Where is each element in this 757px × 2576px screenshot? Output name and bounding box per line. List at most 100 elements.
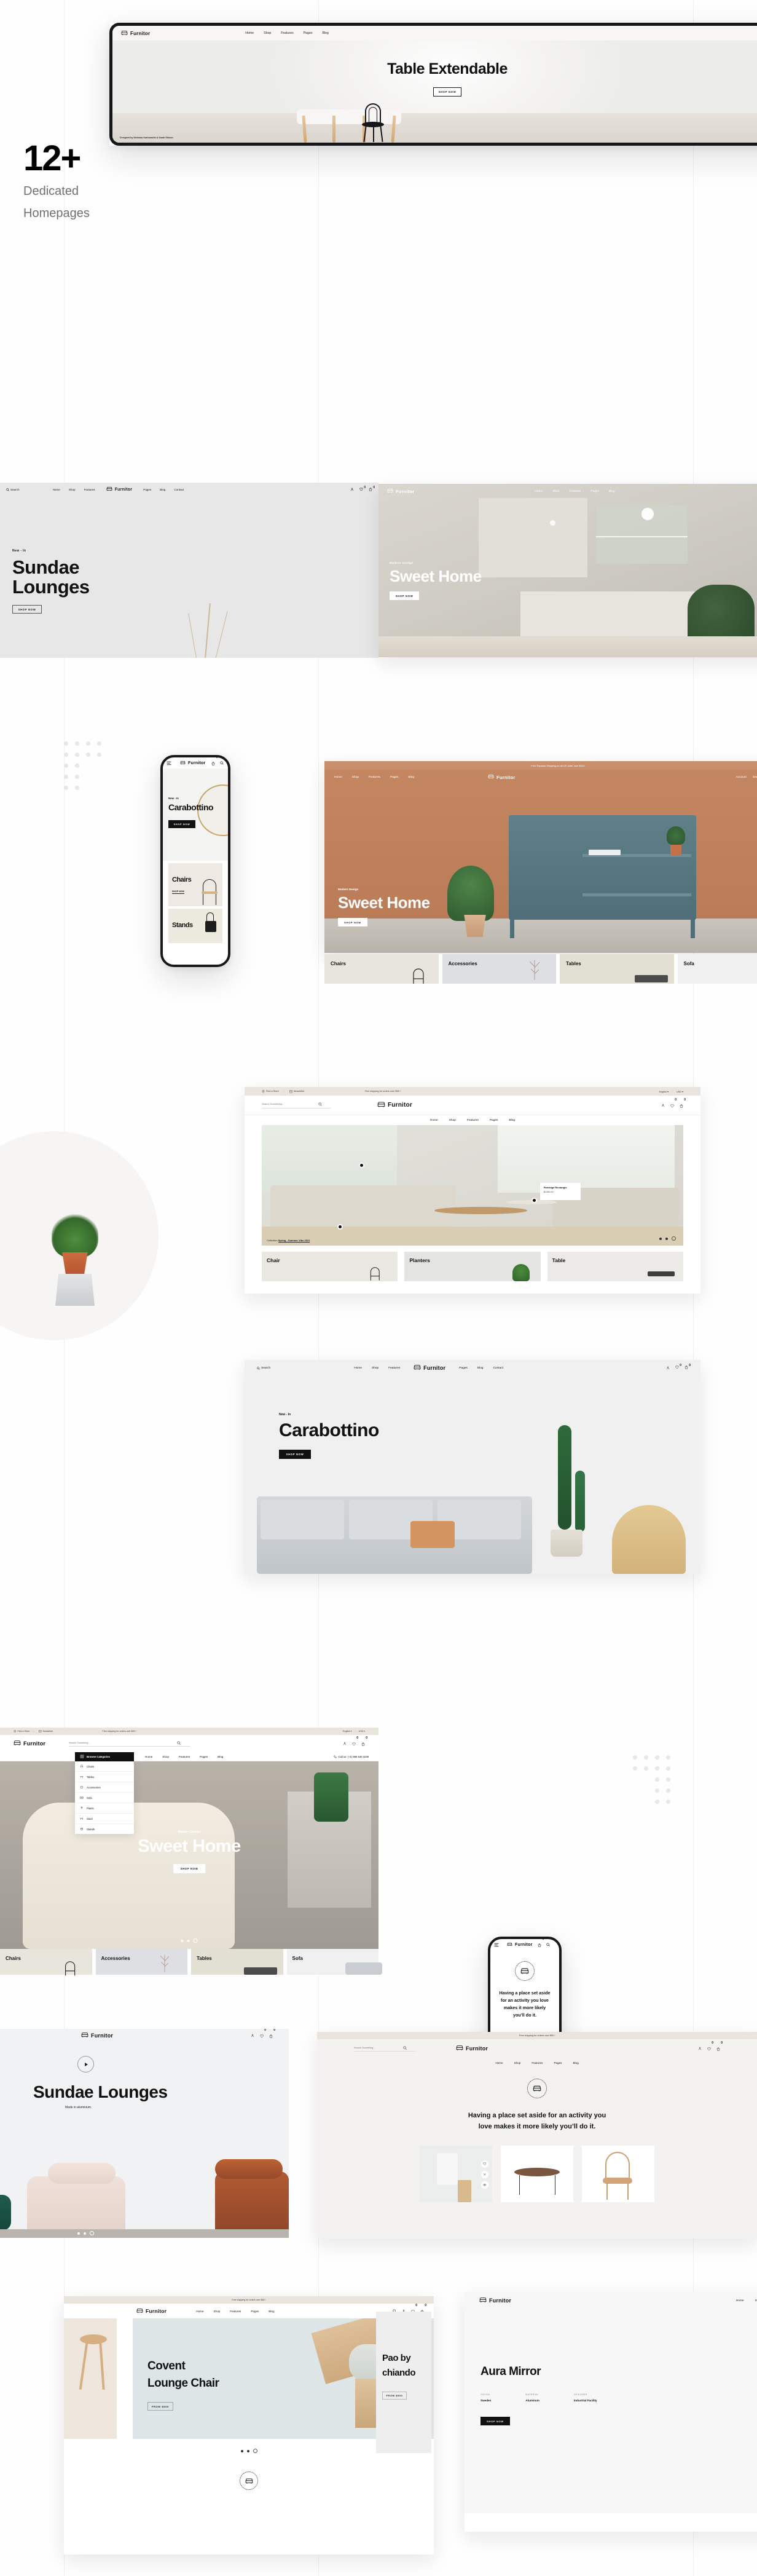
category-item-stool[interactable]: Stool — [75, 1814, 134, 1824]
nav-item-home[interactable]: Home — [430, 1119, 438, 1122]
sweet2-shop-now-button[interactable]: SHOP NOW — [338, 918, 367, 926]
nav-item-shop[interactable]: Shop — [162, 1755, 169, 1758]
wishlist-button[interactable]: 0 — [352, 1736, 358, 1749]
mockup-sundae-lounges[interactable]: Search Home Shop Features Furnitor Pages… — [0, 483, 378, 658]
cart-button[interactable]: 0 — [211, 757, 218, 768]
having-nav[interactable]: Home Shop Features Pages Blog — [317, 2058, 757, 2068]
mockup-aura-mirror[interactable]: Furnitor Home Shop Features Pages Blog A… — [465, 2292, 757, 2532]
category-tile-chair[interactable]: Chair — [262, 1252, 398, 1281]
nav-item-contact[interactable]: Contact — [493, 1367, 503, 1370]
sundae-nav-left[interactable]: Home Shop Features — [53, 488, 95, 491]
slider-dot[interactable] — [659, 1237, 662, 1240]
find-a-store-link[interactable]: Find a Store — [14, 1729, 29, 1733]
brand-logo[interactable]: Furnitor — [387, 488, 414, 494]
newsletter-link[interactable]: Newsletter — [289, 1090, 305, 1093]
nav-item-contact[interactable]: Contact — [174, 488, 184, 491]
slider-dot-active[interactable] — [253, 2449, 257, 2453]
nav-item-shop[interactable]: Shop — [69, 488, 76, 491]
category-tiles-terracotta[interactable]: Chairs Accessories Tables Sofa — [324, 954, 757, 984]
mockup-pao-by-chiando[interactable]: Pao by chiando FROM $500 — [376, 2312, 431, 2453]
call-us[interactable]: Call us: (+1) 866 540 3239 — [333, 1755, 369, 1758]
search-icon[interactable] — [403, 2045, 407, 2050]
slider-dot[interactable] — [84, 2232, 86, 2235]
category-tile-tables[interactable]: Tables — [560, 954, 674, 984]
search-icon[interactable] — [318, 1102, 322, 1106]
cara-icons[interactable]: 0 0 — [666, 1364, 691, 1370]
nav-item-features[interactable]: Features — [531, 2061, 543, 2064]
newsletter-link[interactable]: Newsletter — [39, 1730, 53, 1733]
having-product-grid[interactable] — [317, 2146, 757, 2203]
nav-item-home[interactable]: Home — [736, 2299, 744, 2302]
category-item-stands[interactable]: Stands — [75, 1824, 134, 1834]
slider-dot[interactable] — [246, 2449, 249, 2452]
search-input[interactable] — [69, 1741, 178, 1744]
nav-item-blog[interactable]: Blog — [509, 1119, 515, 1122]
brand-logo[interactable]: Furnitor — [456, 2045, 488, 2052]
brand-logo[interactable]: Furnitor — [507, 1942, 532, 1948]
compare-button[interactable] — [481, 2171, 488, 2179]
search-button[interactable]: Search — [257, 1367, 270, 1370]
tile-shop-now[interactable]: SHOP NOW — [172, 890, 184, 894]
hero-nav-links[interactable]: Home Shop Features Pages Blog — [245, 31, 329, 35]
brand-logo[interactable]: Furnitor — [106, 486, 132, 492]
pao-from-price-button[interactable]: FROM $500 — [382, 2392, 407, 2400]
hotspot-marker[interactable] — [358, 1162, 364, 1168]
nav-item-features[interactable]: Features — [230, 2310, 241, 2313]
cart-button[interactable]: 0 — [369, 486, 375, 492]
mockup-carabottino-page[interactable]: Search Home Shop Features Furnitor Pages… — [245, 1360, 700, 1574]
sweet3-icons[interactable]: 0 0 — [343, 1736, 367, 1749]
slider-dots[interactable] — [181, 1938, 198, 1943]
nav-item-shop[interactable]: Shop — [755, 2299, 757, 2302]
category-tile-accessories[interactable]: Accessories — [442, 954, 556, 984]
brand-logo[interactable]: Furnitor — [136, 2308, 167, 2315]
brand-logo[interactable]: Furnitor — [488, 774, 515, 780]
nav-item-blog[interactable]: Blog — [269, 2310, 274, 2313]
nav-item-features[interactable]: Features — [84, 488, 95, 491]
aura-shop-now-button[interactable]: SHOP NOW — [480, 2417, 510, 2425]
category-tile-tables[interactable]: Tables — [191, 1949, 283, 1975]
nav-item-blog[interactable]: Blog — [160, 488, 165, 491]
nav-item-home[interactable]: Home — [196, 2310, 203, 2313]
sweet3-shop-now-button[interactable]: SHOP NOW — [173, 1864, 205, 1873]
nav-item-features[interactable]: Features — [388, 1367, 400, 1370]
wishlist-button[interactable]: 0 — [675, 1364, 681, 1370]
cart-button[interactable]: 0 — [716, 2041, 723, 2054]
nav-item-shop[interactable]: Shop — [213, 2310, 220, 2313]
language-select[interactable]: English ▾ — [343, 1730, 352, 1732]
menu-icon[interactable] — [167, 757, 171, 768]
search-icon[interactable] — [546, 1943, 551, 1946]
slider-dot[interactable] — [181, 1939, 184, 1942]
cara-nav-left[interactable]: Home Shop Features — [354, 1367, 400, 1370]
phone1-tile-chairs[interactable]: Chairs SHOP NOW — [168, 863, 222, 906]
browse-categories-button[interactable]: Browse Categories — [75, 1752, 134, 1761]
mockup-phone-carabottino[interactable]: Furnitor 0 New - In Carabottino SHOP NOW… — [160, 755, 230, 967]
currency-select[interactable]: USD ▾ — [677, 1090, 683, 1093]
category-item-chairs[interactable]: Chairs — [75, 1761, 134, 1772]
nav-item-blog[interactable]: Blog — [573, 2061, 578, 2064]
brand-logo[interactable]: Furnitor — [121, 30, 150, 37]
sundae2-icons[interactable]: 0 0 — [251, 2029, 275, 2041]
nav-item-pages[interactable]: Pages — [490, 1119, 498, 1122]
cart-button[interactable]: 0 — [680, 1098, 686, 1111]
account-link[interactable]: Account — [735, 776, 746, 779]
cart-button[interactable]: 0 — [361, 1736, 367, 1749]
nav-item-shop[interactable]: Shop — [449, 1119, 456, 1122]
slider-dots[interactable] — [659, 1236, 676, 1241]
covent-from-price-button[interactable]: FROM $500 — [147, 2402, 173, 2411]
nav-item-home[interactable]: Home — [334, 776, 342, 779]
search-input[interactable] — [354, 2046, 403, 2049]
search-link[interactable]: Search — [753, 776, 757, 779]
nav-item-blog[interactable]: Blog — [409, 776, 415, 779]
category-tile-sofa[interactable]: Sofa — [677, 954, 757, 984]
language-select[interactable]: English ▾ — [659, 1090, 669, 1093]
shop-hero-slide[interactable]: Partridge Rectangle $1390.00 Collection … — [262, 1125, 683, 1246]
product-card[interactable] — [582, 2146, 654, 2203]
nav-item-home[interactable]: Home — [145, 1755, 152, 1758]
nav-item-pages[interactable]: Pages — [143, 488, 151, 491]
slider-dot-active[interactable] — [672, 1236, 676, 1241]
find-a-store-link[interactable]: Find a Store — [262, 1089, 279, 1093]
nav-item-home[interactable]: Home — [245, 31, 254, 35]
mockup-sweet-home-sidebar[interactable]: Find a Store | Newsletter Free shipping … — [0, 1728, 378, 1949]
search-field[interactable] — [262, 1102, 331, 1108]
mockup-sweet-home-terracotta[interactable]: Free Express Shipping on all US order ov… — [324, 761, 757, 953]
